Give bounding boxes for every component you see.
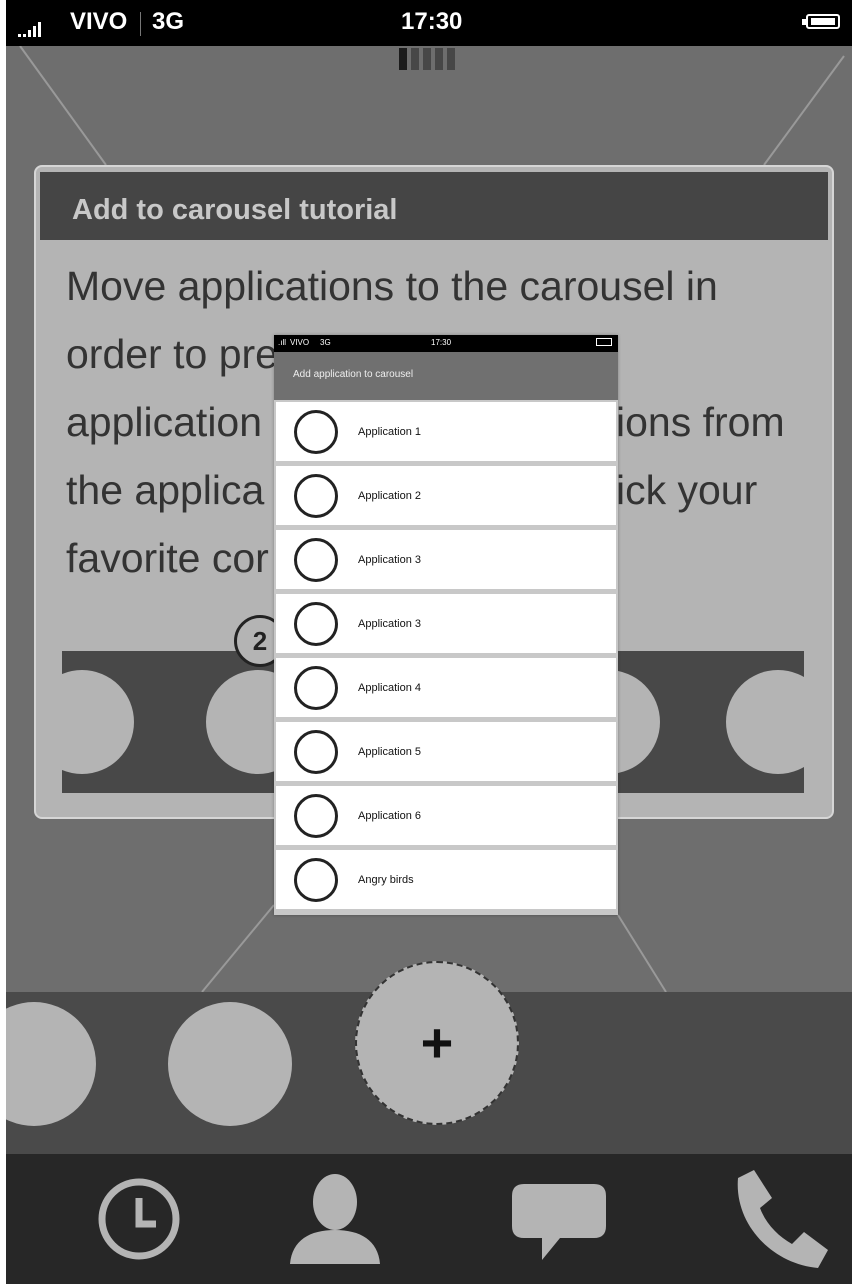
battery-icon (802, 14, 840, 29)
tutorial-line-left: the applica (66, 467, 265, 513)
carousel-dock: + (6, 961, 852, 1154)
tutorial-line-right: ions from (616, 399, 785, 445)
home-screen: VIVO 3G 17:30 Add to carousel tutorial M… (6, 0, 852, 1284)
radio-button[interactable] (294, 666, 338, 710)
page-dot (411, 48, 419, 70)
list-item-label: Application 1 (358, 426, 421, 438)
radio-button[interactable] (294, 858, 338, 902)
overlay-status-bar: .ıll VIVO 3G 17:30 (274, 335, 618, 352)
radio-button[interactable] (294, 538, 338, 582)
carrier-name: VIVO (70, 8, 128, 35)
list-item-label: Application 6 (358, 810, 421, 822)
page-dot-active (399, 48, 407, 70)
list-item-label: Angry birds (358, 874, 414, 886)
list-item[interactable]: Application 6 (276, 786, 616, 845)
list-item[interactable]: Application 2 (276, 466, 616, 525)
radio-button[interactable] (294, 410, 338, 454)
network-type: 3G (152, 8, 185, 35)
radio-button[interactable] (294, 602, 338, 646)
dialog-title: Add application to carousel (293, 369, 414, 380)
overlay-network: 3G (320, 338, 331, 347)
carousel-app-slot (726, 670, 804, 774)
tutorial-line-right: ick your (616, 467, 758, 513)
radio-button[interactable] (294, 474, 338, 518)
radio-button[interactable] (294, 730, 338, 774)
list-item[interactable]: Application 3 (276, 530, 616, 589)
dock-app-icon[interactable] (6, 1002, 96, 1126)
list-item-label: Application 2 (358, 490, 421, 502)
list-item-label: Application 5 (358, 746, 421, 758)
page-indicator (399, 48, 455, 70)
overlay-carrier: VIVO (290, 338, 310, 347)
page-dot (423, 48, 431, 70)
add-to-carousel-button[interactable]: + (355, 961, 519, 1125)
clock-icon (98, 1178, 180, 1260)
radio-button[interactable] (294, 794, 338, 838)
page-dot (447, 48, 455, 70)
list-item-label: Application 3 (358, 554, 421, 566)
dialog-header: Add application to carousel (274, 352, 618, 400)
list-item-label: Application 3 (358, 618, 421, 630)
list-item[interactable]: Application 4 (276, 658, 616, 717)
list-item[interactable]: Application 1 (276, 402, 616, 461)
tab-messages[interactable] (504, 1164, 614, 1274)
list-item-label: Application 4 (358, 682, 421, 694)
tutorial-header: Add to carousel tutorial (40, 172, 828, 240)
status-separator (140, 12, 141, 36)
list-item[interactable]: Application 5 (276, 722, 616, 781)
tutorial-line-left: application (66, 399, 263, 445)
page-dot (435, 48, 443, 70)
contacts-icon (290, 1174, 380, 1264)
plus-icon: + (420, 1011, 454, 1074)
tab-phone[interactable] (720, 1164, 830, 1274)
overlay-battery-icon (596, 338, 612, 346)
add-application-dialog: .ıll VIVO 3G 17:30 Add application to ca… (274, 335, 618, 915)
tab-bar (6, 1154, 852, 1284)
tutorial-title: Add to carousel tutorial (72, 194, 398, 226)
carousel-app-slot (62, 670, 134, 774)
overlay-signal-icon: .ıll (278, 338, 286, 347)
list-item[interactable]: Application 3 (276, 594, 616, 653)
tab-contacts[interactable] (280, 1164, 390, 1274)
status-bar: VIVO 3G 17:30 (6, 0, 852, 46)
overlay-time: 17:30 (431, 338, 452, 347)
messages-icon (512, 1184, 606, 1260)
status-time: 17:30 (401, 8, 463, 35)
tab-recents[interactable] (84, 1164, 194, 1274)
phone-icon (737, 1170, 828, 1268)
list-item[interactable]: Angry birds (276, 850, 616, 909)
dock-app-icon[interactable] (168, 1002, 292, 1126)
signal-strength-icon (18, 22, 41, 37)
tutorial-line: Move applications to the carousel in (66, 263, 718, 309)
